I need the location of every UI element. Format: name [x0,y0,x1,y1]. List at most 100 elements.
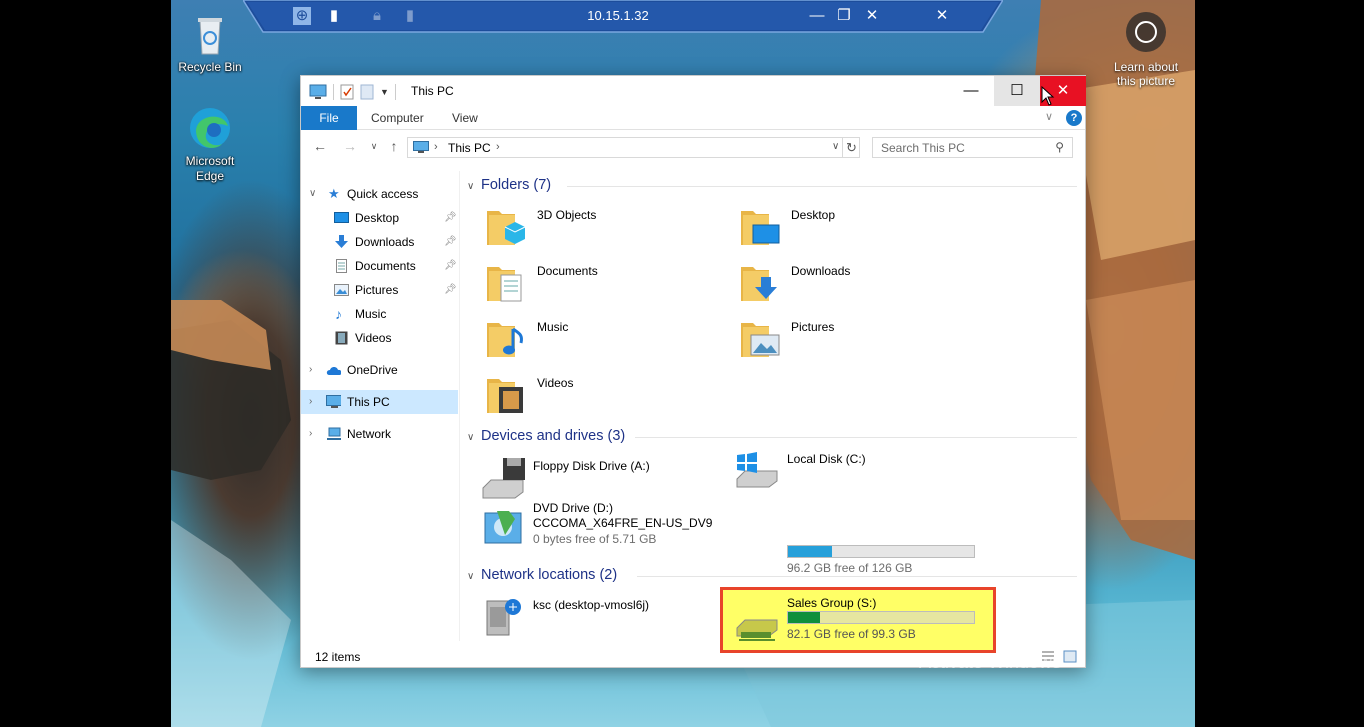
pane-divider[interactable] [459,171,460,641]
drive-dvd-d[interactable]: DVD Drive (D:) CCCOMA_X64FRE_EN-US_DV9 0… [481,501,741,557]
folder-downloads[interactable]: Downloads [739,261,969,309]
rdp-minimize-icon[interactable]: — [808,7,826,25]
group-devices-header[interactable]: ∨ Devices and drives (3) [467,428,1077,444]
collapsed-chevron-icon[interactable]: › [309,390,312,414]
download-arrow-icon [335,235,348,248]
edge-label-line2: Edge [195,169,225,183]
pin-icon[interactable]: ⊕ [293,7,311,25]
window-title: This PC [411,84,454,98]
breadcrumb-chevron-icon[interactable]: › [496,141,500,153]
film-icon [335,331,348,345]
learn-about-picture[interactable]: Learn about this picture [1106,12,1186,88]
expand-ribbon-icon[interactable]: ∨ [1045,110,1053,123]
new-folder-icon[interactable] [360,84,374,100]
rdp-close-session-icon[interactable]: ✕ [933,7,951,25]
nav-network[interactable]: › Network [301,422,458,446]
search-input[interactable]: Search This PC ⚲ [872,137,1073,158]
3d-objects-folder-icon [487,211,526,245]
camera-icon [1126,12,1166,52]
title-bar[interactable]: ▼ This PC — ☐ ✕ [301,76,1086,106]
qat-dropdown-icon[interactable]: ▼ [380,87,389,97]
group-network-title: Network locations (2) [481,567,618,583]
divider [635,437,1077,438]
edge-shortcut[interactable]: Microsoft Edge [172,104,248,184]
properties-icon[interactable] [340,84,354,100]
drive-dvd-name: DVD Drive (D:) [533,501,613,515]
nav-this-pc[interactable]: › This PC [301,390,458,414]
pin-icon[interactable]: 📌︎ [444,206,457,230]
pin-icon[interactable]: 📌︎ [444,278,457,302]
computer-icon[interactable] [309,84,327,100]
folder-documents[interactable]: Documents [485,261,715,309]
collapsed-chevron-icon[interactable]: › [309,358,312,382]
pictures-folder-icon [741,323,780,357]
rdp-restore-icon[interactable]: ❐ [835,7,853,25]
documents-folder-icon [487,267,522,302]
group-collapse-icon: ∨ [467,432,475,443]
folder-3d-objects[interactable]: 3D Objects [485,205,715,253]
network-ksc[interactable]: ksc (desktop-vmosl6j) [481,595,721,643]
nav-onedrive[interactable]: › OneDrive [301,358,458,382]
tab-file[interactable]: File [301,106,357,130]
minimize-button[interactable]: — [948,76,994,106]
refresh-icon[interactable]: ↻ [842,137,860,158]
large-icons-view-icon[interactable] [1063,650,1077,663]
group-network-header[interactable]: ∨ Network locations (2) [467,567,1077,583]
back-icon[interactable]: ← [311,138,329,154]
nav-quick-access[interactable]: ∨ ★ Quick access [301,182,458,206]
tab-view[interactable]: View [438,106,492,130]
drive-floppy[interactable]: Floppy Disk Drive (A:) [481,456,721,504]
floppy-drive-icon [482,458,525,499]
lock-icon[interactable]: 🔒︎ [368,7,386,25]
signal-icon[interactable]: ▮ [325,7,343,25]
breadcrumb-this-pc[interactable]: This PC [448,141,491,155]
nav-item-desktop[interactable]: Desktop 📌︎ [301,206,458,230]
nav-item-music[interactable]: ♪ Music [301,302,458,326]
nav-item-pictures[interactable]: Pictures 📌︎ [301,278,458,302]
folder-3d-objects-label: 3D Objects [537,208,597,222]
address-dropdown-icon[interactable]: ∨ [832,141,839,152]
help-icon[interactable]: ? [1066,110,1082,126]
sales-free-space: 82.1 GB free of 99.3 GB [787,627,916,641]
up-icon[interactable]: ↑ [385,138,403,154]
desktop-icon [334,212,349,223]
learn-label-line1: Learn about [1113,60,1179,74]
folder-videos[interactable]: Videos [485,373,715,421]
folder-music[interactable]: Music [485,317,715,365]
network-drive-sales-highlight[interactable]: Sales Group (S:) 82.1 GB free of 99.3 GB [720,587,996,653]
nav-item-documents[interactable]: Documents 📌︎ [301,254,458,278]
network-share-icon [486,599,521,636]
drive-local-c[interactable]: Local Disk (C:) [735,449,1035,497]
folder-downloads-label: Downloads [791,264,851,278]
nav-item-videos[interactable]: Videos [301,326,458,350]
computer-icon [326,395,341,408]
group-folders-header[interactable]: ∨ Folders (7) [467,177,1077,193]
group-devices-title: Devices and drives (3) [481,428,626,444]
rdp-title: 10.15.1.32 [587,8,649,23]
item-count: 12 items [315,650,361,664]
search-placeholder: Search This PC [881,141,965,155]
folder-pictures[interactable]: Pictures [739,317,969,365]
windows-drive-icon [736,452,778,488]
folder-documents-label: Documents [537,264,598,278]
recycle-bin-shortcut[interactable]: Recycle Bin [172,10,248,75]
folder-music-label: Music [537,320,569,334]
forward-icon[interactable]: → [341,138,359,154]
address-bar[interactable]: › This PC › ∨ [407,137,860,158]
rdp-close-icon[interactable]: ✕ [863,7,881,25]
folder-desktop[interactable]: Desktop [739,205,969,253]
pin-icon[interactable]: 📌︎ [444,254,457,278]
dvd-drive-icon [484,511,522,544]
drive-c-usage-fill [788,546,833,557]
drive-local-c-label: Local Disk (C:) [787,452,866,466]
nav-item-downloads[interactable]: Downloads 📌︎ [301,230,458,254]
pin-icon[interactable]: 📌︎ [444,230,457,254]
nav-item-downloads-label: Downloads [355,235,415,249]
recycle-bin-label: Recycle Bin [178,60,242,74]
tab-computer[interactable]: Computer [357,106,438,130]
collapsed-chevron-icon[interactable]: › [309,422,312,446]
desktop-folder-icon [741,211,780,245]
maximize-button[interactable]: ☐ [994,76,1040,106]
expanded-chevron-icon[interactable]: ∨ [309,182,316,206]
recent-locations-icon[interactable]: ∨ [365,141,383,152]
